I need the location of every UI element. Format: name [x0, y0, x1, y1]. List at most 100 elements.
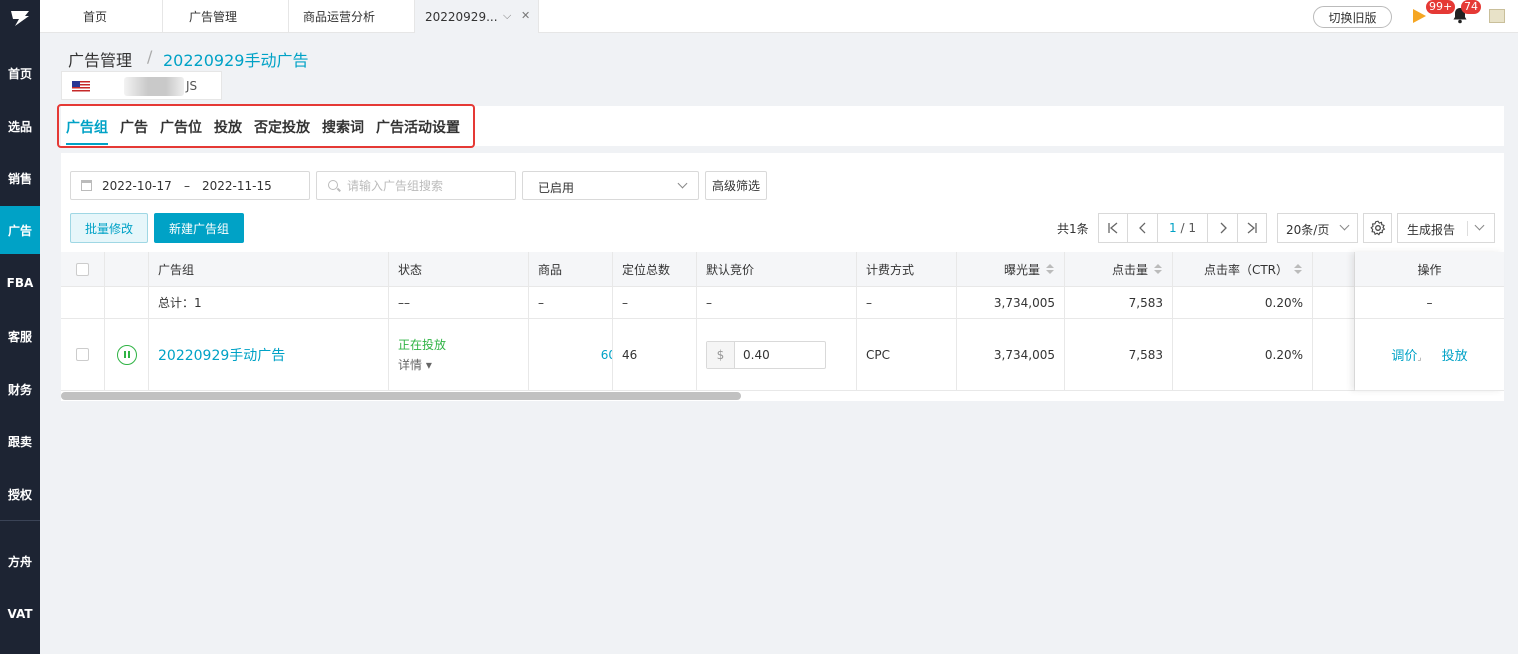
shop-selector[interactable]: JS — [61, 71, 222, 100]
breadcrumb-current: 20220929手动广告 — [163, 51, 309, 70]
total-count: 共1条 — [1057, 222, 1089, 236]
row-checkbox[interactable] — [76, 348, 89, 361]
sidebar-item-auth[interactable]: 授权 — [0, 470, 40, 518]
last-page-button[interactable] — [1237, 213, 1267, 243]
tab-label: 商品运营分析 — [303, 10, 376, 24]
sidebar-item-ads[interactable]: 广告 — [0, 206, 40, 254]
flag-icon[interactable] — [1413, 9, 1426, 23]
search-input[interactable] — [347, 176, 507, 196]
sidebar-item-selection[interactable]: 选品 — [0, 102, 40, 150]
sidebar-item-fba[interactable]: FBA — [0, 259, 40, 307]
page-indicator[interactable]: 1 / 1 — [1157, 213, 1208, 243]
top-bar: 首页 广告管理 商品运营分析 20220929... ⌵ ✕ 切换旧版 99+ … — [40, 0, 1518, 33]
header-billing: 计费方式 — [857, 252, 957, 286]
header-hidden-cell — [1313, 252, 1355, 286]
row-checkbox-cell — [61, 319, 105, 390]
search-icon — [328, 180, 338, 190]
date-range-picker[interactable]: 2022-10-17 – 2022-11-15 — [70, 171, 310, 200]
header-clicks[interactable]: 点击量 — [1065, 252, 1173, 286]
header-status: 状态 — [389, 252, 529, 286]
header-checkbox-cell — [61, 252, 105, 286]
tab-ad-management[interactable]: 广告管理 — [163, 0, 289, 33]
report-label: 生成报告 — [1407, 223, 1456, 237]
tab-label: 20220929... — [425, 9, 498, 24]
batch-edit-button[interactable]: 批量修改 — [70, 213, 148, 243]
detail-label: 详情 — [398, 358, 423, 372]
caret-down-icon: ▾ — [425, 358, 432, 372]
us-flag-icon — [72, 81, 90, 92]
prev-page-button[interactable] — [1127, 213, 1158, 243]
tab-home[interactable]: 首页 — [65, 0, 163, 33]
sidebar-item-follow[interactable]: 跟卖 — [0, 417, 40, 465]
currency-prefix: $ — [707, 342, 735, 368]
tab-ad-detail[interactable]: 20220929... ⌵ ✕ — [415, 0, 539, 33]
date-end: 2022-11-15 — [202, 179, 272, 193]
avatar[interactable] — [1489, 9, 1505, 23]
bid-field[interactable]: $ — [706, 341, 826, 369]
row-hidden-cell — [1313, 319, 1355, 390]
bid-input[interactable] — [743, 346, 818, 364]
header-impressions[interactable]: 曝光量 — [957, 252, 1065, 286]
header-ctr[interactable]: 点击率（CTR） — [1173, 252, 1313, 286]
header-target-count: 定位总数 — [613, 252, 697, 286]
gear-icon — [1369, 220, 1385, 236]
header-default-bid: 默认竞价 — [697, 252, 857, 286]
advanced-filter-button[interactable]: 高级筛选 — [705, 171, 767, 200]
product-count-link[interactable]: 60 — [601, 348, 612, 362]
summary-impressions: 3,734,005 — [957, 287, 1065, 318]
sidebar-item-ark[interactable]: 方舟 — [0, 537, 40, 585]
sidebar-item-service[interactable]: 客服 — [0, 312, 40, 360]
chevron-down-icon[interactable]: ⌵ — [503, 9, 511, 23]
sort-icon[interactable] — [1294, 263, 1303, 275]
tab-label: 首页 — [83, 10, 108, 24]
logo-icon[interactable] — [0, 0, 40, 36]
shop-name-blurred — [124, 77, 184, 96]
row-impressions-cell: 3,734,005 — [957, 319, 1065, 390]
shop-name: JS — [186, 79, 198, 93]
summary-bid: – — [697, 287, 857, 318]
page-size-select[interactable]: 20条/页 — [1277, 213, 1358, 243]
sidebar-item-finance[interactable]: 财务 — [0, 365, 40, 413]
sidebar-item-vat[interactable]: VAT — [0, 590, 40, 638]
switch-old-version-button[interactable]: 切换旧版 — [1313, 6, 1392, 28]
next-page-button[interactable] — [1207, 213, 1238, 243]
breadcrumb-separator: / — [147, 47, 153, 66]
column-settings-button[interactable] — [1363, 213, 1392, 243]
tab-product-analysis[interactable]: 商品运营分析 — [289, 0, 415, 33]
new-ad-group-button[interactable]: 新建广告组 — [154, 213, 244, 243]
row-name-cell: 20220929手动广告 — [149, 319, 389, 390]
table-row[interactable]: 20220929手动广告 正在投放 详情 ▾ 60 46 $ CPC 3,734… — [61, 319, 1504, 391]
summary-total: 总计：1 — [149, 287, 389, 318]
row-status-cell: 正在投放 详情 ▾ — [389, 319, 529, 390]
summary-icon-cell — [105, 287, 149, 318]
row-state-cell — [105, 319, 149, 390]
generate-report-button[interactable]: 生成报告 — [1397, 213, 1495, 243]
row-bid-cell: $ — [697, 319, 857, 390]
sidebar-item-sales[interactable]: 销售 — [0, 154, 40, 202]
breadcrumb-root[interactable]: 广告管理 — [68, 47, 132, 71]
horizontal-scrollbar[interactable] — [61, 392, 741, 400]
search-box[interactable] — [316, 171, 516, 200]
sort-icon[interactable] — [1154, 263, 1163, 275]
date-separator: – — [184, 179, 190, 193]
page-size-value: 20条/页 — [1286, 223, 1330, 237]
summary-billing: – — [857, 287, 957, 318]
ad-group-name-link[interactable]: 20220929手动广告 — [158, 345, 285, 365]
header-label: 曝光量 — [1003, 262, 1040, 277]
calendar-icon — [81, 180, 92, 191]
chevron-down-icon[interactable] — [1474, 220, 1485, 231]
summary-product: – — [529, 287, 613, 318]
status-select[interactable]: 已启用 — [522, 171, 699, 200]
pause-icon[interactable] — [116, 344, 137, 365]
first-page-button[interactable] — [1098, 213, 1128, 243]
header-label: 点击率（CTR） — [1203, 262, 1288, 277]
select-all-checkbox[interactable] — [76, 262, 89, 276]
annotation-highlight-box — [57, 104, 475, 148]
first-page-icon — [1108, 222, 1118, 234]
sort-icon[interactable] — [1046, 263, 1055, 275]
detail-toggle[interactable]: 详情 ▾ — [398, 356, 432, 373]
sidebar-item-home[interactable]: 首页 — [0, 49, 40, 97]
close-icon[interactable]: ✕ — [521, 9, 530, 22]
summary-checkbox-cell — [61, 287, 105, 318]
summary-clicks: 7,583 — [1065, 287, 1173, 318]
